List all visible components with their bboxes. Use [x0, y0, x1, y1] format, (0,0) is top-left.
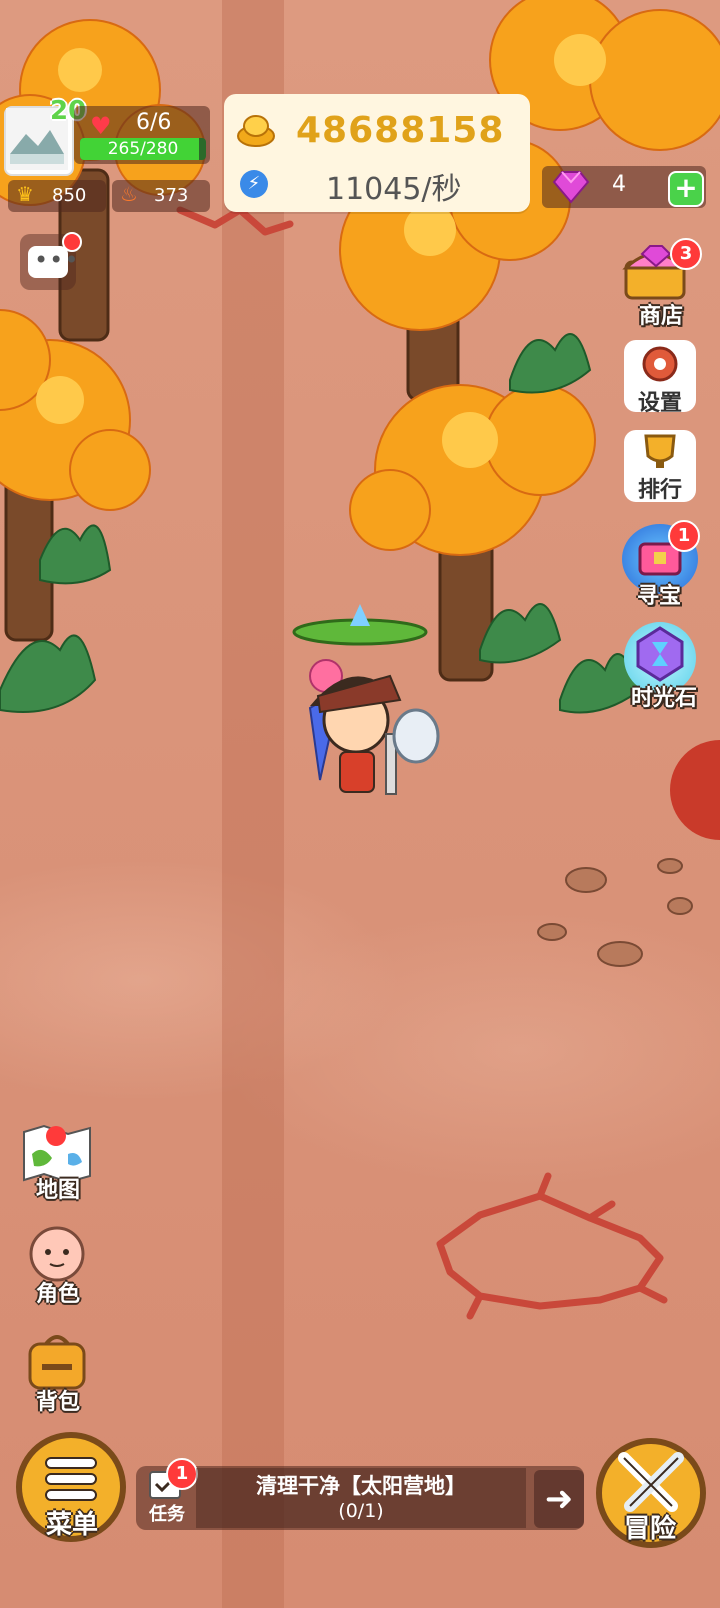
list-icon [45, 1457, 97, 1501]
gem-amount: 4 [612, 172, 626, 197]
treasure-hunt-badge: 1 [668, 520, 700, 552]
gold-ingot-icon [237, 115, 275, 147]
quest-badge: 1 [166, 1458, 198, 1490]
character-button[interactable] [24, 1222, 90, 1282]
hp-value: 6/6 [136, 110, 172, 135]
quest-title: 清理干净【太阳营地】 [256, 1474, 466, 1498]
character-label: 角色 [35, 1282, 80, 1307]
backpack-icon [28, 1335, 86, 1390]
backpack-button[interactable] [24, 1330, 90, 1390]
ground-crack-large [436, 1192, 664, 1310]
quest-go-arrow-icon[interactable]: ➜ [534, 1470, 584, 1528]
crown-icon: ♛ [16, 182, 34, 206]
shop-label: 商店 [638, 304, 683, 329]
fire-icon: ♨ [120, 182, 138, 206]
chat-notification-dot [62, 232, 82, 252]
gold-rate: 11045/秒 [326, 172, 462, 207]
xp-value: 265/280 [107, 139, 179, 159]
backpack-label: 背包 [35, 1390, 80, 1415]
scenery [0, 0, 720, 1320]
shop-badge: 3 [670, 238, 702, 270]
gem-icon [552, 171, 590, 204]
add-gems-button[interactable]: + [668, 171, 704, 207]
ranking-label: 排行 [637, 478, 682, 503]
heart-icon: ♥ [90, 112, 112, 140]
quest-tab-label: 任务 [149, 1504, 185, 1525]
map-label: 地图 [35, 1178, 80, 1203]
tree-left-middle [0, 309, 151, 642]
crown-value: 850 [52, 185, 87, 206]
settings-label: 设置 [637, 391, 682, 416]
gold-amount: 48688158 [296, 110, 505, 151]
bush-left [0, 634, 97, 713]
player-character [292, 604, 440, 795]
menu-label: 菜单 [45, 1510, 98, 1540]
hourglass-icon [636, 626, 684, 682]
time-stone-label: 时光石 [630, 686, 697, 711]
bush-right-top [509, 333, 592, 394]
gear-icon [642, 346, 678, 382]
ground-crack-top [176, 206, 294, 236]
adventure-label: 冒险 [623, 1514, 676, 1544]
rock [565, 867, 607, 893]
trophy-icon [644, 434, 676, 468]
red-tree-edge [670, 740, 720, 840]
treasure-hunt-label: 寻宝 [636, 584, 681, 609]
lightning-icon: ⚡ [240, 170, 268, 198]
character-face-icon [29, 1226, 85, 1282]
quest-progress: (0/1) [338, 1500, 384, 1522]
power-value: 373 [154, 185, 189, 206]
